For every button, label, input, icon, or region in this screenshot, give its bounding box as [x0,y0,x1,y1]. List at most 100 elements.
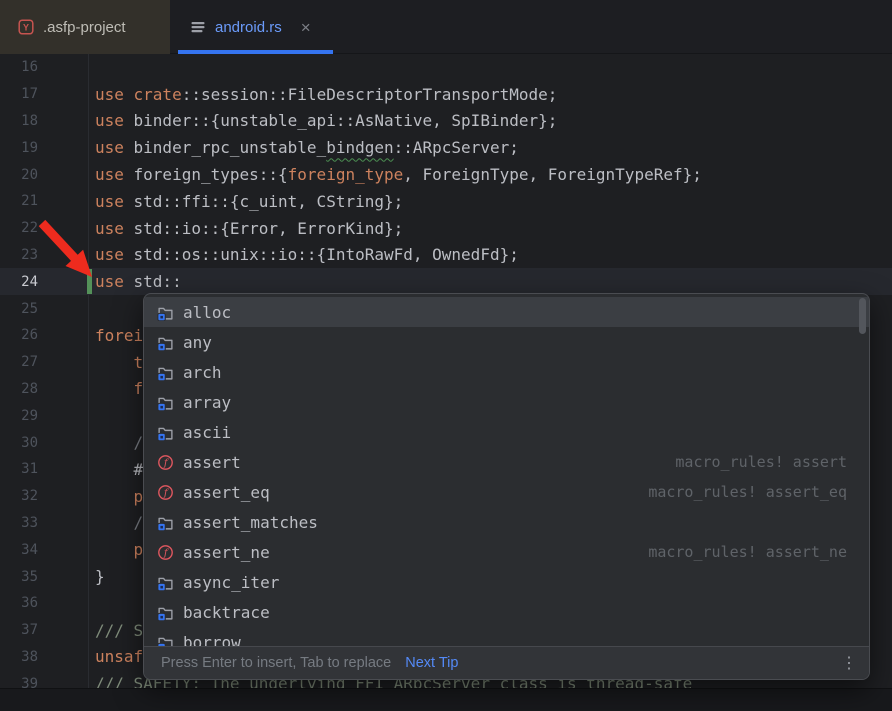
svg-text:f: f [163,548,170,559]
completion-label: ascii [183,423,231,442]
code-text: p [88,540,143,559]
svg-text:f: f [163,458,170,469]
module-icon [157,364,174,381]
code-text: /// S [88,621,143,640]
line-number: 32 [0,488,88,504]
tab-label: android.rs [215,19,282,36]
code-text: f [88,379,143,398]
kebab-menu-icon[interactable]: ⋮ [841,653,857,673]
completion-item-assert_matches[interactable]: assert_matches [144,507,869,537]
line-number: 37 [0,622,88,638]
code-line-24[interactable]: 24use std:: [0,268,892,295]
tab-android-rs[interactable]: android.rs × [178,0,333,54]
line-number: 30 [0,435,88,451]
completion-item-assert_ne[interactable]: f assert_ne macro_rules! assert_ne [144,537,869,567]
module-icon [157,424,174,441]
macro-icon: f [157,544,174,561]
line-number: 24 [0,274,88,290]
completion-item-assert[interactable]: f assert macro_rules! assert [144,447,869,477]
module-icon [157,604,174,621]
code-text: use binder_rpc_unstable_bindgen::ARpcSer… [88,138,519,157]
line-number: 18 [0,113,88,129]
code-text: } [88,567,105,586]
code-line-20[interactable]: 20use foreign_types::{foreign_type, Fore… [0,161,892,188]
completion-item-arch[interactable]: arch [144,357,869,387]
completion-label: assert_matches [183,513,318,532]
line-number: 29 [0,408,88,424]
code-line-23[interactable]: 23use std::os::unix::io::{IntoRawFd, Own… [0,242,892,269]
completion-item-ascii[interactable]: ascii [144,417,869,447]
completion-item-array[interactable]: array [144,387,869,417]
completion-popup: alloc any arch array ascii f assert macro_rules… [143,293,870,680]
line-number: 36 [0,595,88,611]
module-icon [157,334,174,351]
line-number: 17 [0,86,88,102]
module-icon [157,394,174,411]
line-number: 34 [0,542,88,558]
line-number: 39 [0,676,88,688]
module-icon [157,574,174,591]
code-text: use std:: [88,272,182,291]
completion-item-backtrace[interactable]: backtrace [144,597,869,627]
tab-close-icon[interactable]: × [301,19,311,36]
completion-item-async_iter[interactable]: async_iter [144,567,869,597]
completion-scrollbar-thumb[interactable] [859,298,866,334]
line-number: 26 [0,327,88,343]
completion-label: arch [183,363,222,382]
line-number: 21 [0,193,88,209]
code-line-17[interactable]: 17use crate::session::FileDescriptorTran… [0,81,892,108]
code-line-21[interactable]: 21use std::ffi::{c_uint, CString}; [0,188,892,215]
completion-tail: macro_rules! assert_eq [648,483,847,501]
code-text: use crate::session::FileDescriptorTransp… [88,85,557,104]
code-text: use binder::{unstable_api::AsNative, SpI… [88,111,557,130]
code-line-18[interactable]: 18use binder::{unstable_api::AsNative, S… [0,108,892,135]
line-number: 16 [0,59,88,75]
macro-icon: f [157,484,174,501]
active-tab-underline [178,50,333,54]
completion-item-any[interactable]: any [144,327,869,357]
change-marker [87,269,92,294]
code-text: use foreign_types::{foreign_type, Foreig… [88,165,702,184]
code-text: t [88,353,143,372]
line-number: 20 [0,167,88,183]
line-number: 28 [0,381,88,397]
code-line-16[interactable]: 16 [0,54,892,81]
completion-label: assert_ne [183,543,270,562]
line-number: 22 [0,220,88,236]
line-number: 33 [0,515,88,531]
completion-list: alloc any arch array ascii f assert macro_rules… [144,294,869,646]
next-tip-link[interactable]: Next Tip [405,655,458,671]
completion-item-alloc[interactable]: alloc [144,297,869,327]
completion-tail: macro_rules! assert [675,453,847,471]
svg-text:f: f [163,488,170,499]
line-number: 25 [0,301,88,317]
editor-tab-bar: Y .asfp-project android.rs × [0,0,892,54]
completion-label: assert_eq [183,483,270,502]
tab-label: .asfp-project [43,19,126,36]
completion-item-borrow[interactable]: borrow [144,627,869,646]
code-text: use std::os::unix::io::{IntoRawFd, Owned… [88,245,519,264]
completion-label: array [183,393,231,412]
footer-hint: Press Enter to insert, Tab to replace [161,655,391,671]
completion-item-assert_eq[interactable]: f assert_eq macro_rules! assert_eq [144,477,869,507]
window-bottom-strip [0,688,892,711]
completion-label: alloc [183,303,231,322]
line-number: 35 [0,569,88,585]
rust-file-icon [190,19,206,35]
completion-tail: macro_rules! assert_ne [648,543,847,561]
code-text: / [88,513,143,532]
completion-label: assert [183,453,241,472]
module-icon [157,514,174,531]
line-number: 23 [0,247,88,263]
line-number: 38 [0,649,88,665]
code-line-19[interactable]: 19use binder_rpc_unstable_bindgen::ARpcS… [0,134,892,161]
module-icon [157,634,174,647]
yaml-file-icon: Y [18,19,34,35]
tab-asfp-project[interactable]: Y .asfp-project [0,0,170,54]
code-text: use std::ffi::{c_uint, CString}; [88,192,403,211]
code-text: forei [88,326,143,345]
code-text: use std::io::{Error, ErrorKind}; [88,219,403,238]
code-text: # [88,460,143,479]
line-number: 19 [0,140,88,156]
code-line-22[interactable]: 22use std::io::{Error, ErrorKind}; [0,215,892,242]
